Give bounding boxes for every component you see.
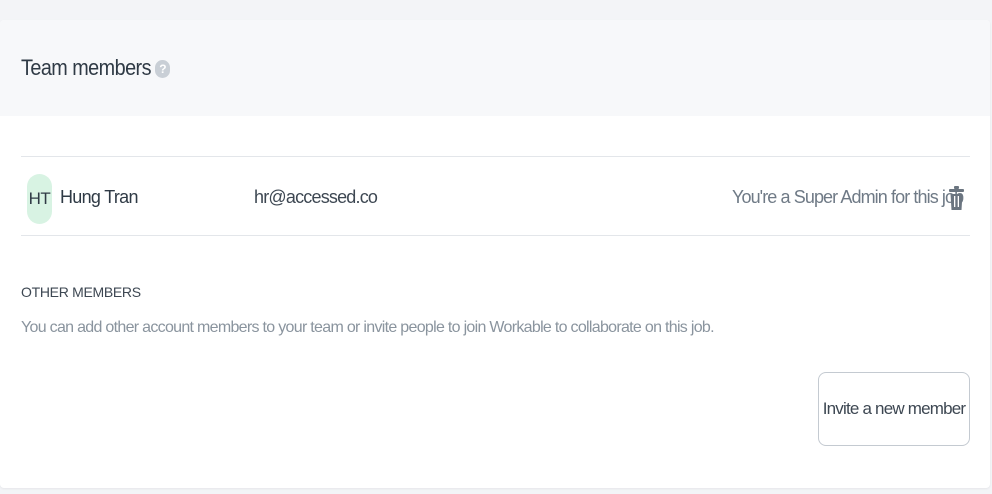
trash-icon[interactable] — [949, 185, 964, 211]
avatar: HT — [27, 174, 52, 224]
other-members-title: OTHER MEMBERS — [21, 284, 141, 300]
panel-title: Team members — [21, 55, 152, 80]
member-name: Hung Tran — [60, 187, 138, 207]
member-email: hr@accessed.co — [254, 187, 378, 207]
other-members-description: You can add other account members to you… — [21, 319, 715, 336]
team-members-panel: Team members ? HT Hung Tran hr@accessed.… — [0, 20, 990, 488]
member-row: HT Hung Tran hr@accessed.co You're a Sup… — [21, 156, 970, 236]
invite-new-member-button[interactable]: Invite a new member — [818, 372, 970, 446]
help-icon[interactable]: ? — [155, 60, 171, 78]
panel-header: Team members ? — [0, 20, 990, 116]
member-role-note: You're a Super Admin for this job — [732, 187, 964, 207]
